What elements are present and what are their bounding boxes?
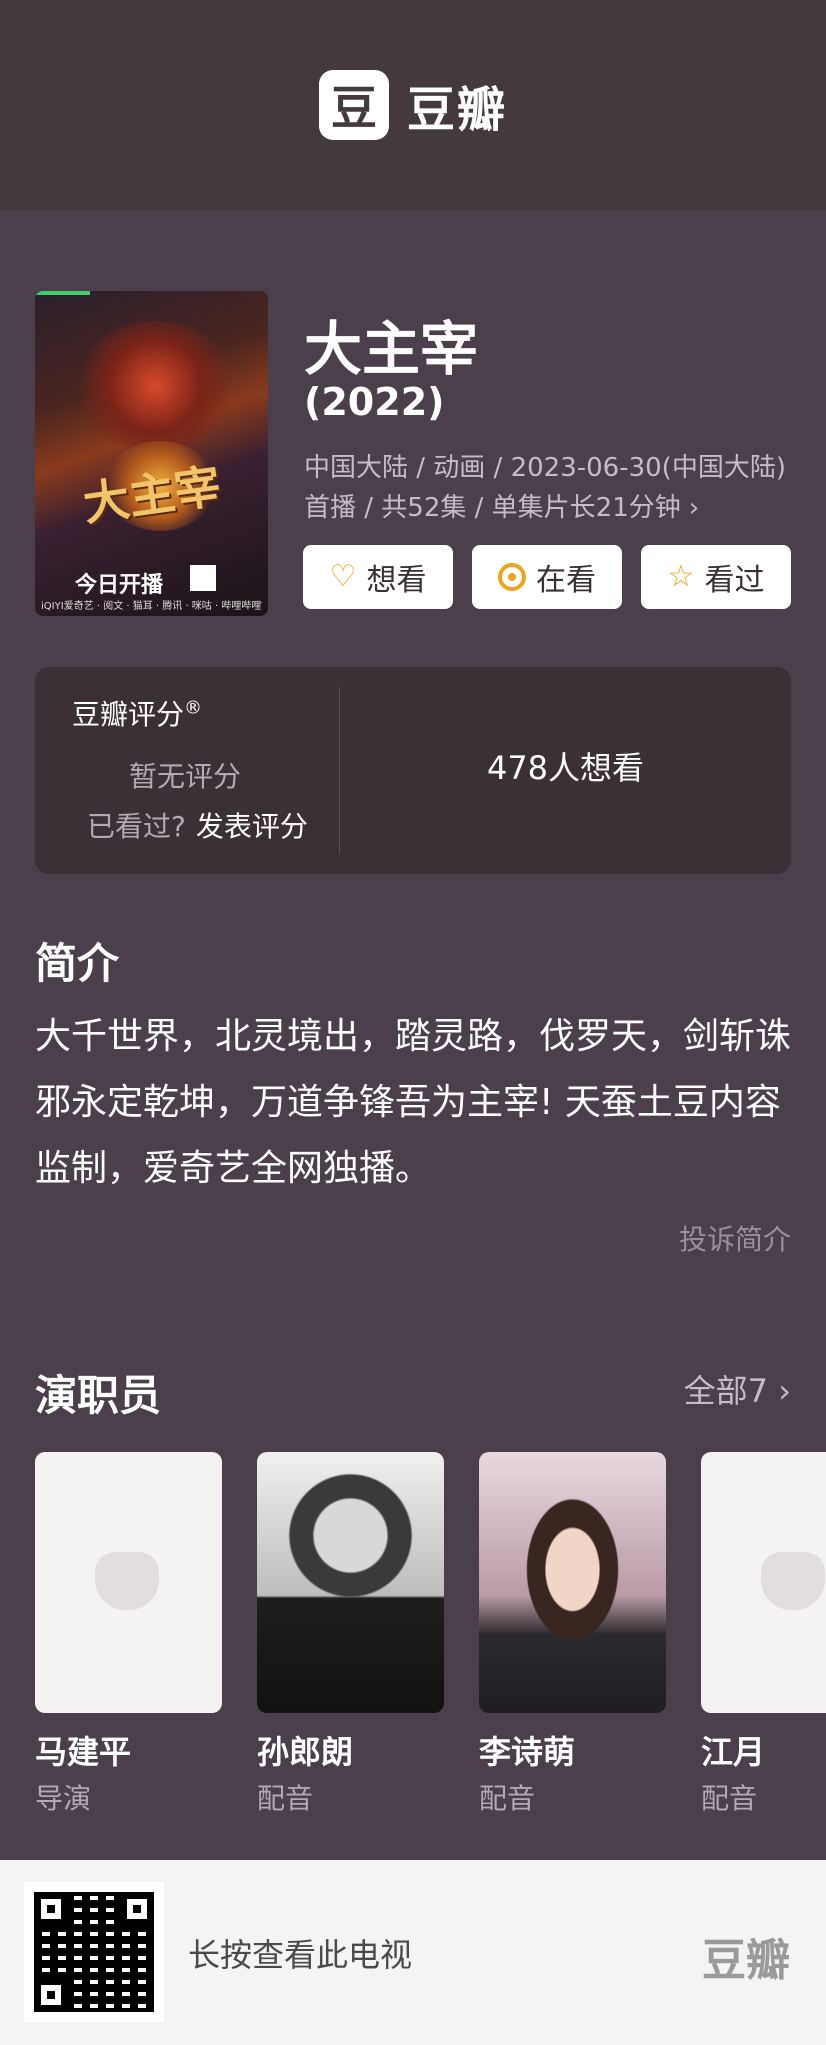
avatar bbox=[479, 1452, 666, 1713]
watched-button[interactable]: ☆ 看过 bbox=[641, 545, 791, 609]
qr-corner bbox=[34, 1892, 68, 1926]
cast-name: 孙郎朗 bbox=[257, 1733, 354, 1771]
cast-role: 导演 bbox=[35, 1782, 92, 1815]
chevron-right-icon: › bbox=[688, 493, 700, 523]
cast-title: 演职员 bbox=[35, 1371, 162, 1420]
cast-role: 配音 bbox=[257, 1782, 314, 1815]
rating-label: 豆瓣评分® bbox=[72, 693, 202, 733]
target-icon bbox=[498, 563, 526, 591]
share-footer: 长按查看此电视 豆瓣 bbox=[0, 1860, 826, 2045]
footer-logo: 豆瓣 bbox=[702, 1935, 790, 1986]
qr-corner bbox=[34, 1978, 68, 2012]
logo-text: 豆瓣 bbox=[406, 82, 507, 138]
drama-mask-icon bbox=[761, 1552, 825, 1610]
poster-image[interactable]: 大主宰 今日开播 iQIYI爱奇艺 · 阅文 · 猫耳 · 腾讯 · 咪咕 · … bbox=[35, 291, 268, 616]
seen-prompt-line: 已看过? 发表评分 bbox=[87, 805, 308, 845]
cast-item[interactable]: 江月 配音 bbox=[701, 1452, 826, 1817]
seen-prompt: 已看过? bbox=[87, 810, 186, 843]
qr-code-icon[interactable] bbox=[24, 1882, 164, 2022]
cast-item[interactable]: 孙郎朗 配音 bbox=[257, 1452, 444, 1817]
watching-label: 在看 bbox=[536, 563, 596, 598]
avatar bbox=[257, 1452, 444, 1713]
cast-name: 马建平 bbox=[35, 1733, 132, 1771]
chevron-right-icon: › bbox=[778, 1372, 791, 1410]
report-intro-link[interactable]: 投诉简介 bbox=[679, 1218, 791, 1258]
post-rating-link[interactable]: 发表评分 bbox=[196, 810, 308, 843]
watched-label: 看过 bbox=[704, 563, 765, 598]
cast-role: 配音 bbox=[701, 1782, 758, 1815]
cast-name: 江月 bbox=[701, 1733, 766, 1771]
rating-card: 豆瓣评分® 暂无评分 已看过? 发表评分 478人想看 bbox=[35, 667, 791, 874]
star-icon: ☆ bbox=[667, 559, 695, 594]
poster-badge: 今日开播 bbox=[75, 573, 164, 598]
intro-title: 简介 bbox=[35, 939, 120, 988]
cast-name: 李诗萌 bbox=[479, 1733, 576, 1771]
watching-button[interactable]: 在看 bbox=[472, 545, 622, 609]
show-title: 大主宰 bbox=[304, 315, 479, 383]
qr-pattern bbox=[34, 1892, 154, 2012]
rating-label-text: 豆瓣评分 bbox=[72, 698, 185, 731]
no-rating-text: 暂无评分 bbox=[128, 760, 241, 793]
poster-art-monster bbox=[75, 321, 235, 451]
logo-glyph: 豆 bbox=[330, 81, 377, 135]
show-year: (2022) bbox=[304, 380, 445, 424]
cast-all-label: 全部7 bbox=[683, 1372, 769, 1410]
want-button[interactable]: ♡ 想看 bbox=[303, 545, 453, 609]
avatar bbox=[35, 1452, 222, 1713]
app-header: 豆 豆瓣 bbox=[0, 0, 826, 210]
poster-partners: iQIYI爱奇艺 · 阅文 · 猫耳 · 腾讯 · 咪咕 · 哔哩哔哩TV bbox=[41, 601, 262, 612]
cast-list[interactable]: 马建平 导演 孙郎朗 配音 李诗萌 配音 江月 配音 bbox=[35, 1452, 826, 1822]
want-count: 478人想看 bbox=[486, 749, 645, 787]
heart-plus-icon: ♡ bbox=[329, 559, 357, 594]
qr-corner bbox=[120, 1892, 154, 1926]
cast-item[interactable]: 马建平 导演 bbox=[35, 1452, 222, 1817]
cast-role: 配音 bbox=[479, 1782, 536, 1815]
footer-prompt: 长按查看此电视 bbox=[188, 1936, 413, 1974]
douban-logo-icon[interactable]: 豆 bbox=[318, 70, 389, 140]
want-label: 想看 bbox=[366, 563, 427, 598]
poster-qr-icon bbox=[190, 565, 216, 591]
cast-item[interactable]: 李诗萌 配音 bbox=[479, 1452, 666, 1817]
poster-accent-line bbox=[35, 291, 90, 295]
intro-text: 大千世界，北灵境出，踏灵路，伐罗天，剑斩诛邪永定乾坤，万道争锋吾为主宰! 天蚕土… bbox=[35, 1016, 792, 1189]
page: 豆 豆瓣 大主宰 今日开播 iQIYI爱奇艺 · 阅文 · 猫耳 · 腾讯 · … bbox=[0, 0, 826, 2045]
cast-all-link[interactable]: 全部7 › bbox=[684, 1366, 791, 1412]
registered-mark: ® bbox=[184, 697, 203, 719]
drama-mask-icon bbox=[95, 1552, 159, 1610]
show-meta[interactable]: 中国大陆 / 动画 / 2023-06-30(中国大陆)首播 / 共52集 / … bbox=[304, 448, 794, 528]
show-meta-text: 中国大陆 / 动画 / 2023-06-30(中国大陆)首播 / 共52集 / … bbox=[304, 453, 786, 523]
avatar bbox=[701, 1452, 826, 1713]
